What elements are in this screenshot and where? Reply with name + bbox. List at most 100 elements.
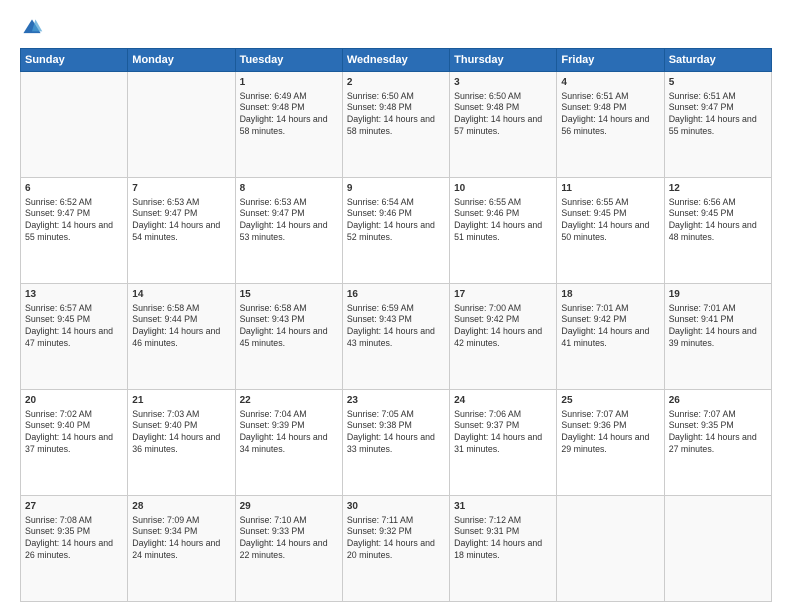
day-number: 11 [561, 182, 659, 196]
weekday-header-thursday: Thursday [450, 49, 557, 72]
calendar-cell: 29Sunrise: 7:10 AMSunset: 9:33 PMDayligh… [235, 496, 342, 602]
day-info: Sunrise: 7:09 AMSunset: 9:34 PMDaylight:… [132, 515, 230, 563]
calendar-cell [664, 496, 771, 602]
day-info: Sunrise: 6:51 AMSunset: 9:47 PMDaylight:… [669, 91, 767, 139]
day-number: 4 [561, 76, 659, 90]
day-info: Sunrise: 7:11 AMSunset: 9:32 PMDaylight:… [347, 515, 445, 563]
day-info: Sunrise: 7:01 AMSunset: 9:41 PMDaylight:… [669, 303, 767, 351]
calendar-cell: 25Sunrise: 7:07 AMSunset: 9:36 PMDayligh… [557, 390, 664, 496]
day-number: 27 [25, 500, 123, 514]
day-info: Sunrise: 6:50 AMSunset: 9:48 PMDaylight:… [454, 91, 552, 139]
calendar-cell: 1Sunrise: 6:49 AMSunset: 9:48 PMDaylight… [235, 72, 342, 178]
day-number: 17 [454, 288, 552, 302]
week-row-2: 6Sunrise: 6:52 AMSunset: 9:47 PMDaylight… [21, 178, 772, 284]
day-number: 13 [25, 288, 123, 302]
day-number: 16 [347, 288, 445, 302]
day-number: 2 [347, 76, 445, 90]
calendar: SundayMondayTuesdayWednesdayThursdayFrid… [20, 48, 772, 602]
week-row-1: 1Sunrise: 6:49 AMSunset: 9:48 PMDaylight… [21, 72, 772, 178]
weekday-header-monday: Monday [128, 49, 235, 72]
day-info: Sunrise: 6:51 AMSunset: 9:48 PMDaylight:… [561, 91, 659, 139]
calendar-cell: 19Sunrise: 7:01 AMSunset: 9:41 PMDayligh… [664, 284, 771, 390]
calendar-cell: 20Sunrise: 7:02 AMSunset: 9:40 PMDayligh… [21, 390, 128, 496]
day-info: Sunrise: 7:01 AMSunset: 9:42 PMDaylight:… [561, 303, 659, 351]
day-number: 8 [240, 182, 338, 196]
day-number: 10 [454, 182, 552, 196]
day-info: Sunrise: 7:03 AMSunset: 9:40 PMDaylight:… [132, 409, 230, 457]
calendar-cell: 3Sunrise: 6:50 AMSunset: 9:48 PMDaylight… [450, 72, 557, 178]
day-number: 29 [240, 500, 338, 514]
calendar-cell: 7Sunrise: 6:53 AMSunset: 9:47 PMDaylight… [128, 178, 235, 284]
calendar-cell: 17Sunrise: 7:00 AMSunset: 9:42 PMDayligh… [450, 284, 557, 390]
calendar-cell: 11Sunrise: 6:55 AMSunset: 9:45 PMDayligh… [557, 178, 664, 284]
day-number: 7 [132, 182, 230, 196]
day-info: Sunrise: 7:04 AMSunset: 9:39 PMDaylight:… [240, 409, 338, 457]
calendar-cell: 6Sunrise: 6:52 AMSunset: 9:47 PMDaylight… [21, 178, 128, 284]
day-info: Sunrise: 7:05 AMSunset: 9:38 PMDaylight:… [347, 409, 445, 457]
calendar-cell: 28Sunrise: 7:09 AMSunset: 9:34 PMDayligh… [128, 496, 235, 602]
day-number: 21 [132, 394, 230, 408]
calendar-cell: 14Sunrise: 6:58 AMSunset: 9:44 PMDayligh… [128, 284, 235, 390]
day-number: 19 [669, 288, 767, 302]
calendar-cell: 30Sunrise: 7:11 AMSunset: 9:32 PMDayligh… [342, 496, 449, 602]
week-row-5: 27Sunrise: 7:08 AMSunset: 9:35 PMDayligh… [21, 496, 772, 602]
calendar-cell: 5Sunrise: 6:51 AMSunset: 9:47 PMDaylight… [664, 72, 771, 178]
day-info: Sunrise: 6:52 AMSunset: 9:47 PMDaylight:… [25, 197, 123, 245]
weekday-header-friday: Friday [557, 49, 664, 72]
calendar-cell: 16Sunrise: 6:59 AMSunset: 9:43 PMDayligh… [342, 284, 449, 390]
calendar-cell: 13Sunrise: 6:57 AMSunset: 9:45 PMDayligh… [21, 284, 128, 390]
calendar-cell: 27Sunrise: 7:08 AMSunset: 9:35 PMDayligh… [21, 496, 128, 602]
day-info: Sunrise: 6:57 AMSunset: 9:45 PMDaylight:… [25, 303, 123, 351]
day-info: Sunrise: 7:07 AMSunset: 9:35 PMDaylight:… [669, 409, 767, 457]
page: SundayMondayTuesdayWednesdayThursdayFrid… [0, 0, 792, 612]
day-info: Sunrise: 7:08 AMSunset: 9:35 PMDaylight:… [25, 515, 123, 563]
calendar-cell: 8Sunrise: 6:53 AMSunset: 9:47 PMDaylight… [235, 178, 342, 284]
calendar-cell [21, 72, 128, 178]
day-number: 31 [454, 500, 552, 514]
weekday-header-wednesday: Wednesday [342, 49, 449, 72]
day-info: Sunrise: 6:58 AMSunset: 9:43 PMDaylight:… [240, 303, 338, 351]
day-info: Sunrise: 7:12 AMSunset: 9:31 PMDaylight:… [454, 515, 552, 563]
day-info: Sunrise: 6:58 AMSunset: 9:44 PMDaylight:… [132, 303, 230, 351]
day-info: Sunrise: 6:55 AMSunset: 9:45 PMDaylight:… [561, 197, 659, 245]
day-info: Sunrise: 6:53 AMSunset: 9:47 PMDaylight:… [132, 197, 230, 245]
calendar-cell: 4Sunrise: 6:51 AMSunset: 9:48 PMDaylight… [557, 72, 664, 178]
calendar-cell: 15Sunrise: 6:58 AMSunset: 9:43 PMDayligh… [235, 284, 342, 390]
weekday-row: SundayMondayTuesdayWednesdayThursdayFrid… [21, 49, 772, 72]
calendar-cell: 2Sunrise: 6:50 AMSunset: 9:48 PMDaylight… [342, 72, 449, 178]
day-number: 30 [347, 500, 445, 514]
calendar-cell: 10Sunrise: 6:55 AMSunset: 9:46 PMDayligh… [450, 178, 557, 284]
day-info: Sunrise: 6:50 AMSunset: 9:48 PMDaylight:… [347, 91, 445, 139]
weekday-header-tuesday: Tuesday [235, 49, 342, 72]
day-number: 22 [240, 394, 338, 408]
calendar-cell: 18Sunrise: 7:01 AMSunset: 9:42 PMDayligh… [557, 284, 664, 390]
calendar-cell [128, 72, 235, 178]
logo [20, 16, 48, 40]
day-info: Sunrise: 7:10 AMSunset: 9:33 PMDaylight:… [240, 515, 338, 563]
logo-icon [20, 16, 44, 40]
calendar-cell: 26Sunrise: 7:07 AMSunset: 9:35 PMDayligh… [664, 390, 771, 496]
day-info: Sunrise: 6:54 AMSunset: 9:46 PMDaylight:… [347, 197, 445, 245]
day-number: 6 [25, 182, 123, 196]
day-number: 5 [669, 76, 767, 90]
day-number: 12 [669, 182, 767, 196]
calendar-cell: 22Sunrise: 7:04 AMSunset: 9:39 PMDayligh… [235, 390, 342, 496]
day-number: 18 [561, 288, 659, 302]
day-info: Sunrise: 7:02 AMSunset: 9:40 PMDaylight:… [25, 409, 123, 457]
calendar-cell: 12Sunrise: 6:56 AMSunset: 9:45 PMDayligh… [664, 178, 771, 284]
day-number: 3 [454, 76, 552, 90]
day-number: 23 [347, 394, 445, 408]
weekday-header-saturday: Saturday [664, 49, 771, 72]
day-number: 28 [132, 500, 230, 514]
day-number: 9 [347, 182, 445, 196]
calendar-cell: 31Sunrise: 7:12 AMSunset: 9:31 PMDayligh… [450, 496, 557, 602]
header [20, 16, 772, 40]
week-row-3: 13Sunrise: 6:57 AMSunset: 9:45 PMDayligh… [21, 284, 772, 390]
day-number: 15 [240, 288, 338, 302]
calendar-cell [557, 496, 664, 602]
day-number: 25 [561, 394, 659, 408]
day-number: 26 [669, 394, 767, 408]
day-info: Sunrise: 7:00 AMSunset: 9:42 PMDaylight:… [454, 303, 552, 351]
day-number: 24 [454, 394, 552, 408]
calendar-cell: 24Sunrise: 7:06 AMSunset: 9:37 PMDayligh… [450, 390, 557, 496]
